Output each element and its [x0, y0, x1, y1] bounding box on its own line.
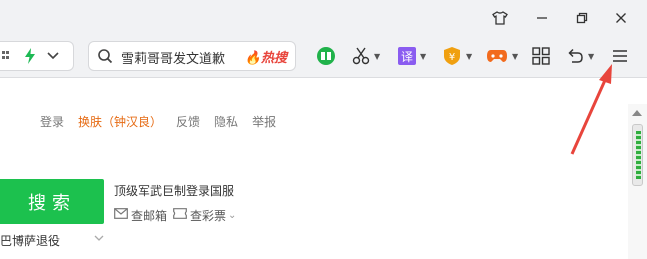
search-box[interactable]: 雪莉哥哥发文道歉 🔥热搜 — [88, 41, 296, 71]
caret-icon: ▼ — [374, 51, 381, 61]
caret-icon: ▼ — [420, 51, 427, 61]
feedback-link[interactable]: 反馈 — [176, 113, 200, 130]
minimize-icon[interactable] — [532, 8, 552, 28]
scroll-up-arrow-icon[interactable] — [632, 110, 642, 116]
lottery-link[interactable]: 查彩票 — [190, 207, 226, 224]
menu-icon[interactable] — [612, 44, 628, 68]
top-links: 登录 换肤（钟汉良） 反馈 隐私 举报 — [40, 113, 290, 130]
privacy-link[interactable]: 隐私 — [214, 113, 238, 130]
hot-search-label: 热搜 — [260, 51, 287, 66]
lightning-icon[interactable] — [24, 48, 36, 68]
report-link[interactable]: 举报 — [252, 113, 276, 130]
translate-label: 译 — [398, 47, 416, 65]
close-icon[interactable] — [611, 8, 631, 28]
undo-icon[interactable]: ▼ — [566, 44, 594, 68]
translate-icon[interactable]: 译 ▼ — [398, 44, 426, 68]
toolbar: 雪莉哥哥发文道歉 🔥热搜 ▼ 译 ▼ ¥ ▼ ▼ ▼ — [0, 34, 647, 78]
skin-link[interactable]: 换肤（钟汉良） — [78, 113, 162, 130]
mailbox-link[interactable]: 查邮箱 — [131, 207, 167, 224]
svg-text:¥: ¥ — [449, 52, 455, 63]
scissors-icon[interactable]: ▼ — [352, 44, 380, 68]
grid-fragment-icon — [2, 51, 10, 64]
search-button[interactable]: 搜索 — [0, 179, 104, 224]
vertical-scrollbar[interactable] — [628, 104, 647, 259]
chevron-down-icon[interactable] — [46, 48, 60, 66]
caret-icon: ▼ — [466, 51, 473, 61]
search-input[interactable]: 雪莉哥哥发文道歉 — [121, 48, 225, 67]
quick-links: 查邮箱 查彩票 ⌄ — [114, 207, 236, 224]
hot-search-badge[interactable]: 🔥热搜 — [245, 47, 287, 66]
chevron-down-icon[interactable]: ⌄ — [228, 210, 236, 221]
green-book-icon[interactable] — [316, 44, 336, 68]
title-bar — [0, 0, 647, 34]
gamepad-icon[interactable]: ▼ — [486, 44, 518, 68]
login-link[interactable]: 登录 — [40, 113, 64, 130]
search-icon[interactable] — [97, 48, 113, 64]
caret-icon: ▼ — [512, 51, 519, 61]
skin-shirt-icon[interactable] — [490, 8, 510, 28]
news-headline[interactable]: 顶级军武巨制登录国服 — [114, 182, 234, 199]
scroll-thumb[interactable] — [632, 124, 643, 186]
shield-coin-icon[interactable]: ¥ ▼ — [442, 44, 472, 68]
caret-icon: ▼ — [588, 51, 595, 61]
apps-grid-icon[interactable] — [532, 44, 550, 68]
mail-icon — [114, 208, 128, 223]
restore-icon[interactable] — [572, 8, 592, 28]
fire-icon: 🔥 — [244, 51, 261, 66]
address-bar[interactable] — [0, 41, 74, 71]
suggestion-item[interactable]: 巴博萨退役 — [0, 232, 60, 249]
chevron-down-icon[interactable] — [94, 232, 104, 245]
lottery-ticket-icon — [173, 208, 187, 223]
